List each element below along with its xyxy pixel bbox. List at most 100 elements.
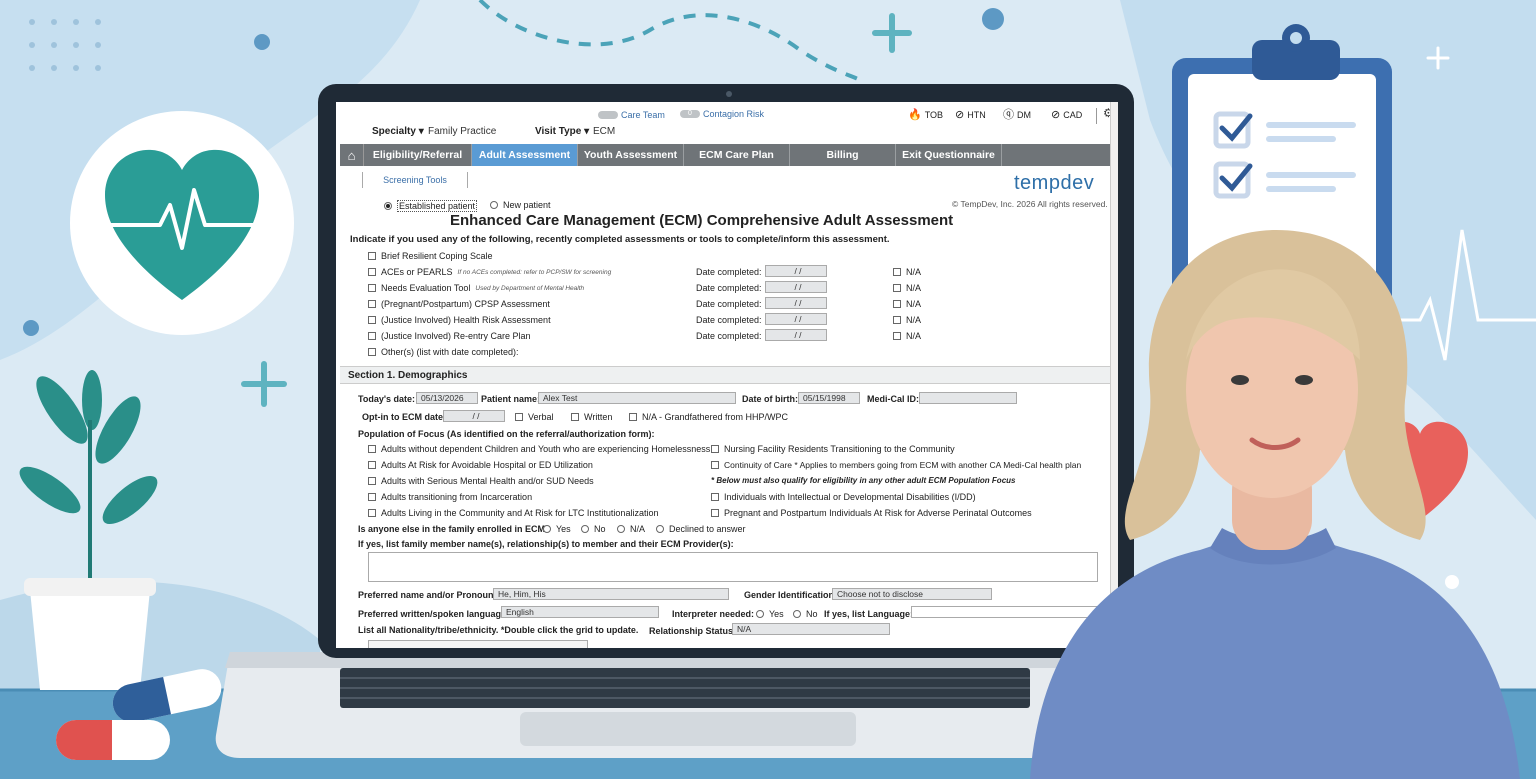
gender-field[interactable]: Choose not to disclose — [832, 588, 992, 600]
tab-ecm-care-plan[interactable]: ECM Care Plan — [684, 144, 790, 166]
tool-row[interactable]: Other(s) (list with date completed): — [368, 347, 519, 357]
checkbox[interactable] — [711, 445, 719, 453]
date-completed-field[interactable]: / / — [765, 265, 827, 277]
checkbox[interactable] — [893, 316, 901, 324]
checkbox[interactable] — [368, 268, 376, 276]
pof-option[interactable]: Adults without dependent Children and Yo… — [368, 444, 710, 454]
radio[interactable] — [617, 525, 625, 533]
indicator-dm[interactable]: ⓠ DM — [1003, 109, 1031, 120]
checkbox[interactable] — [368, 493, 376, 501]
checkbox[interactable] — [368, 348, 376, 356]
new-patient-radio[interactable] — [490, 201, 498, 209]
tab-billing[interactable]: Billing — [790, 144, 896, 166]
checkbox[interactable] — [368, 284, 376, 292]
checkbox[interactable] — [368, 300, 376, 308]
todays-date-field[interactable]: 05/13/2026 — [416, 392, 478, 404]
checkbox[interactable] — [711, 461, 719, 469]
tool-label: (Justice Involved) Re-entry Care Plan — [381, 331, 531, 341]
language-field[interactable]: English — [501, 606, 659, 618]
flame-icon: 🔥 — [908, 108, 922, 121]
care-team-indicator[interactable]: Care Team — [598, 110, 665, 120]
interpreter-yes-option[interactable]: Yes — [756, 609, 784, 619]
indicator-htn[interactable]: ⊘ HTN — [955, 108, 986, 121]
radio[interactable] — [793, 610, 801, 618]
pof-option[interactable]: Adults with Serious Mental Health and/or… — [368, 476, 594, 486]
checkbox[interactable] — [368, 509, 376, 517]
patient-name-field[interactable]: Alex Test — [538, 392, 736, 404]
pronouns-field[interactable]: He, Him, His — [493, 588, 729, 600]
na-option[interactable]: N/A — [893, 315, 921, 325]
pof-option[interactable]: Pregnant and Postpartum Individuals At R… — [711, 508, 1032, 518]
radio[interactable] — [543, 525, 551, 533]
checkbox[interactable] — [368, 332, 376, 340]
checkbox[interactable] — [368, 252, 376, 260]
relationship-status-field[interactable]: N/A — [732, 623, 890, 635]
tool-row[interactable]: Brief Resilient Coping Scale — [368, 251, 493, 261]
pof-option[interactable]: Individuals with Intellectual or Develop… — [711, 492, 976, 502]
checkbox[interactable] — [893, 284, 901, 292]
indicator-tob[interactable]: 🔥 TOB — [908, 108, 943, 121]
checkbox[interactable] — [893, 268, 901, 276]
na-option[interactable]: N/A — [893, 283, 921, 293]
tool-row[interactable]: Needs Evaluation Tool Used by Department … — [368, 283, 584, 293]
tab-exit-questionnaire[interactable]: Exit Questionnaire — [896, 144, 1002, 166]
checkbox[interactable] — [893, 332, 901, 340]
optin-verbal-option[interactable]: Verbal — [515, 412, 554, 422]
subtab-screening-tools[interactable]: Screening Tools — [362, 172, 468, 188]
family-declined-option[interactable]: Declined to answer — [656, 524, 746, 534]
tool-row[interactable]: (Justice Involved) Re-entry Care Plan — [368, 331, 531, 341]
indicator-cad[interactable]: ⊘ CAD — [1051, 109, 1082, 120]
date-completed-field[interactable]: / / — [765, 329, 827, 341]
nationality-grid[interactable] — [368, 640, 588, 648]
na-option[interactable]: N/A — [893, 331, 921, 341]
tool-row[interactable]: ACEs or PEARLS If no ACEs completed: refe… — [368, 267, 611, 277]
checkbox[interactable] — [515, 413, 523, 421]
dob-field[interactable]: 05/15/1998 — [798, 392, 860, 404]
checkbox[interactable] — [711, 493, 719, 501]
tab-adult-assessment[interactable]: Adult Assessment — [472, 144, 578, 166]
pof-option[interactable]: Adults At Risk for Avoidable Hospital or… — [368, 460, 593, 470]
new-patient-option[interactable]: New patient — [490, 200, 551, 210]
tool-row[interactable]: (Justice Involved) Health Risk Assessmen… — [368, 315, 551, 325]
pof-option[interactable]: Nursing Facility Residents Transitioning… — [711, 444, 955, 454]
date-completed-field[interactable]: / / — [765, 281, 827, 293]
visit-type-label[interactable]: Visit Type ▾ — [535, 126, 589, 137]
checkbox[interactable] — [368, 461, 376, 469]
checkbox[interactable] — [893, 300, 901, 308]
checkbox[interactable] — [368, 445, 376, 453]
checkbox[interactable] — [571, 413, 579, 421]
checkbox[interactable] — [711, 509, 719, 517]
home-icon[interactable]: ⌂ — [340, 144, 364, 166]
gender-label: Gender Identification: — [744, 590, 838, 600]
interpreter-no-option[interactable]: No — [793, 609, 818, 619]
tab-youth-assessment[interactable]: Youth Assessment — [578, 144, 684, 166]
specialty-label[interactable]: Specialty ▾ — [372, 126, 424, 137]
na-option[interactable]: N/A — [893, 299, 921, 309]
radio[interactable] — [581, 525, 589, 533]
no-icon: ⊘ — [955, 108, 965, 121]
family-no-option[interactable]: No — [581, 524, 606, 534]
care-team-link[interactable]: Care Team — [621, 110, 665, 120]
contagion-risk-link[interactable]: Contagion Risk — [703, 109, 764, 119]
checkbox[interactable] — [368, 316, 376, 324]
family-list-textarea[interactable] — [368, 552, 1098, 582]
na-option[interactable]: N/A — [893, 267, 921, 277]
optin-na-option[interactable]: N/A - Grandfathered from HHP/WPC — [629, 412, 788, 422]
pof-option[interactable]: Adults transitioning from Incarceration — [368, 492, 532, 502]
family-yes-option[interactable]: Yes — [543, 524, 571, 534]
optin-date-field[interactable]: / / — [443, 410, 505, 422]
radio[interactable] — [656, 525, 664, 533]
tab-eligibility-referral[interactable]: Eligibility/Referral — [364, 144, 472, 166]
checkbox[interactable] — [629, 413, 637, 421]
pof-option[interactable]: Adults Living in the Community and At Ri… — [368, 508, 658, 518]
date-completed-field[interactable]: / / — [765, 297, 827, 309]
radio[interactable] — [756, 610, 764, 618]
established-patient-option[interactable]: Established patient — [384, 200, 478, 212]
family-na-option[interactable]: N/A — [617, 524, 645, 534]
checkbox[interactable] — [368, 477, 376, 485]
tool-row[interactable]: (Pregnant/Postpartum) CPSP Assessment — [368, 299, 550, 309]
established-patient-radio[interactable] — [384, 202, 392, 210]
date-completed-field[interactable]: / / — [765, 313, 827, 325]
contagion-risk-indicator[interactable]: 0 Contagion Risk — [680, 109, 764, 119]
optin-written-option[interactable]: Written — [571, 412, 612, 422]
